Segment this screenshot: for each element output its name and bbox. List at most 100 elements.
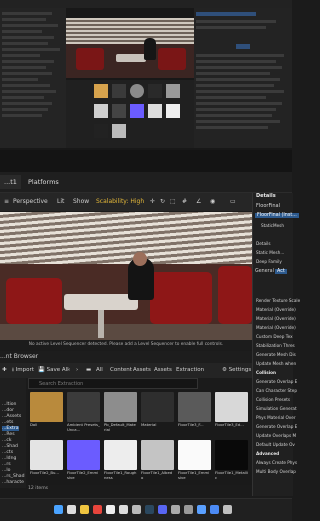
app-icon[interactable]	[223, 505, 232, 514]
grid-snap-icon[interactable]: #	[182, 196, 187, 208]
search-icon[interactable]	[67, 505, 76, 514]
top-details	[194, 8, 292, 148]
asset-tile[interactable]: FloorTile1_Roughness	[104, 440, 137, 480]
folder-item[interactable]: ...Assets	[2, 414, 21, 419]
details-row[interactable]: Advanced	[256, 451, 279, 456]
details-row[interactable]: Generate Mesh Dis	[256, 352, 296, 357]
folder-item-selected[interactable]: ...Extra	[2, 426, 19, 431]
details-row[interactable]: Collision	[256, 370, 276, 375]
details-row[interactable]: Custom Deep Tex	[256, 334, 293, 339]
viewport-menu-button[interactable]: ≡	[4, 196, 9, 208]
details-row[interactable]: Collision Presets	[256, 397, 290, 402]
photos-icon[interactable]	[197, 505, 206, 514]
details-row[interactable]: Phys Material Over	[256, 415, 296, 420]
details-row[interactable]: Can Character Step	[256, 388, 297, 393]
asset-tile[interactable]: FloorTile1_Emmisive	[178, 440, 211, 480]
forward-icon[interactable]: ›	[76, 365, 78, 376]
asset-tile[interactable]: FloorTile2_Bu...	[30, 440, 63, 476]
folder-item[interactable]: ...ck	[2, 438, 12, 443]
details-row[interactable]: Deep Family	[256, 259, 282, 264]
details-row[interactable]: Simulation Generat	[256, 406, 297, 411]
folder-item[interactable]: ...haracte	[2, 480, 24, 485]
level-viewport[interactable]	[0, 212, 252, 340]
details-row[interactable]: Update Overlaps M	[256, 433, 296, 438]
details-row[interactable]: Multi Body Overlap	[256, 469, 296, 474]
details-row[interactable]: Static Mesh...	[256, 250, 284, 255]
diner-table	[64, 294, 138, 310]
folder-item[interactable]: ...Shad	[2, 444, 18, 449]
rotate-tool-icon[interactable]: ↻	[160, 196, 165, 208]
back-icon[interactable]: ‹	[68, 365, 70, 376]
settings-icon[interactable]	[184, 505, 193, 514]
angle-snap-icon[interactable]: ∠	[196, 196, 201, 208]
asset-tile[interactable]: Pb_Default_Material	[104, 392, 137, 432]
folder-item[interactable]: ...rs	[2, 462, 11, 467]
folder-item[interactable]: ...Res	[2, 432, 15, 437]
discord-icon[interactable]	[158, 505, 167, 514]
tab-level[interactable]: ...t1	[0, 175, 21, 189]
asset-tile[interactable]: Doll	[30, 392, 63, 428]
windows-icon[interactable]	[54, 505, 63, 514]
content-browser-tab[interactable]: ...nt Browser	[0, 351, 252, 363]
folder-item[interactable]: ...rs_Shad	[2, 474, 25, 479]
asset-label: Doll	[30, 422, 38, 427]
folder-item[interactable]: ...ltion	[2, 402, 16, 407]
details-row[interactable]: Material (Override)	[256, 307, 296, 312]
breadcrumb-assets-1[interactable]: Assets	[133, 365, 151, 376]
tab-general[interactable]: General	[255, 269, 274, 274]
details-actor-name[interactable]: FloorFinal	[256, 203, 280, 209]
tab-actor[interactable]: Act	[275, 269, 287, 274]
details-row[interactable]: Material (Override)	[256, 325, 296, 330]
camera-speed-icon[interactable]: ◉	[210, 196, 215, 208]
maximize-viewport-icon[interactable]: ▭	[230, 196, 236, 208]
details-component[interactable]: FloorFinal (Inst...	[255, 213, 299, 218]
lit-button[interactable]: Lit	[57, 196, 64, 208]
folder-tree: ...ltion ...dor ...Assets ...ets ...Extr…	[0, 378, 26, 488]
file-explorer-icon[interactable]	[80, 505, 89, 514]
tab-platforms[interactable]: Platforms	[24, 175, 63, 189]
asset-tile[interactable]: FloorTile2_Emmisive	[67, 440, 100, 480]
asset-tile[interactable]: FloorTile3_Ed...	[215, 392, 248, 428]
details-row[interactable]: Render Texture Scale	[256, 298, 300, 303]
details-row[interactable]: Always Create Phys	[256, 460, 297, 465]
asset-tile[interactable]: Material	[141, 392, 174, 428]
breadcrumb-all[interactable]: All	[96, 365, 103, 376]
folder-item[interactable]: ...dor	[2, 408, 14, 413]
show-button[interactable]: Show	[73, 196, 89, 208]
details-row[interactable]: Material (Override)	[256, 316, 296, 321]
steam-icon[interactable]	[145, 505, 154, 514]
breadcrumb-content[interactable]: Content	[110, 365, 132, 376]
folder-item[interactable]: ...ldng	[2, 456, 16, 461]
settings-button[interactable]: ⚙ Settings	[222, 365, 251, 376]
import-button[interactable]: ⭳ Import	[12, 365, 34, 376]
details-row[interactable]: Generate Overlap E	[256, 379, 297, 384]
folder-item[interactable]: ...ets	[2, 420, 13, 425]
folder-item[interactable]: ...cts	[2, 450, 13, 455]
details-row[interactable]: Generate Overlap E	[256, 424, 297, 429]
asset-tile[interactable]: FloorTile1_Metallic	[215, 440, 248, 480]
asset-tile[interactable]: Ambient Presets_Unca...	[67, 392, 100, 432]
save-all-button[interactable]: 💾 Save All	[38, 365, 69, 376]
asset-tile[interactable]: FloorTile3_F...	[178, 392, 211, 428]
asset-tile[interactable]: FloorTile1_Albedo	[141, 440, 174, 480]
unity-icon[interactable]	[132, 505, 141, 514]
breadcrumb-assets-2[interactable]: Assets	[154, 365, 172, 376]
unreal-icon[interactable]	[119, 505, 128, 514]
details-child[interactable]: StaticMesh	[261, 223, 284, 228]
perspective-button[interactable]: Perspective	[13, 196, 48, 208]
mail-icon[interactable]	[210, 505, 219, 514]
scale-tool-icon[interactable]: ⬚	[170, 196, 176, 208]
move-tool-icon[interactable]: ✛	[150, 196, 155, 208]
folder-item[interactable]: ...lo	[2, 468, 10, 473]
details-row[interactable]: Details	[256, 241, 271, 246]
add-button-icon[interactable]: ✚	[2, 365, 7, 376]
breadcrumb-extraction[interactable]: Extraction	[176, 365, 204, 376]
details-row[interactable]: Default Update Ov	[256, 442, 295, 447]
details-row[interactable]: Update Mesh when	[256, 361, 296, 366]
details-row[interactable]: Stabilization Thres	[256, 343, 295, 348]
asset-search-input[interactable]: Search Extraction	[28, 378, 198, 389]
terminal-icon[interactable]	[171, 505, 180, 514]
chrome-icon[interactable]	[93, 505, 102, 514]
epic-games-icon[interactable]	[106, 505, 115, 514]
scalability-button[interactable]: Scalability: High	[96, 196, 144, 208]
